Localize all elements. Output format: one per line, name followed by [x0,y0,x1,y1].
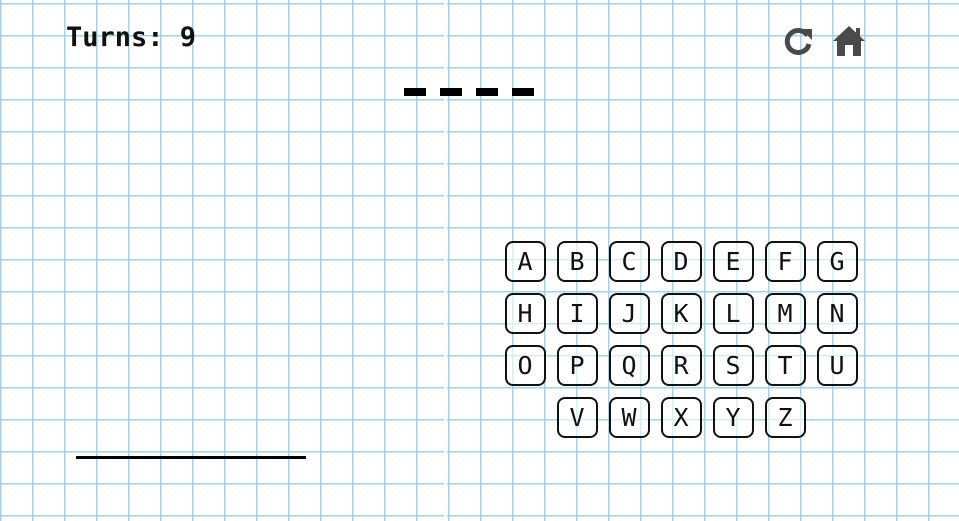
letter-key-j[interactable]: J [608,293,650,334]
letter-key-y[interactable]: Y [712,397,754,438]
letter-key-k[interactable]: K [660,293,702,334]
keyboard-row: VWXYZ [495,397,867,438]
letter-key-f[interactable]: F [764,241,806,282]
restart-icon [784,28,812,55]
home-icon [833,26,865,56]
letter-blank [440,88,462,96]
turns-counter: Turns: 9 [66,22,197,53]
letter-key-t[interactable]: T [764,345,806,386]
letter-key-n[interactable]: N [816,293,858,334]
keyboard-row: OPQRSTU [495,345,867,386]
letter-key-g[interactable]: G [816,241,858,282]
letter-key-q[interactable]: Q [608,345,650,386]
letter-key-d[interactable]: D [660,241,702,282]
keyboard-row: ABCDEFG [495,241,867,282]
letter-key-o[interactable]: O [504,345,546,386]
letter-key-w[interactable]: W [608,397,650,438]
letter-key-r[interactable]: R [660,345,702,386]
restart-button[interactable] [782,24,816,58]
word-blanks [404,88,534,96]
letter-key-p[interactable]: P [556,345,598,386]
letter-key-a[interactable]: A [504,241,546,282]
letter-key-b[interactable]: B [556,241,598,282]
letter-key-s[interactable]: S [712,345,754,386]
letter-key-h[interactable]: H [504,293,546,334]
letter-key-i[interactable]: I [556,293,598,334]
letter-key-u[interactable]: U [816,345,858,386]
letter-key-c[interactable]: C [608,241,650,282]
center-divider [444,0,447,521]
letter-blank [512,88,534,96]
letter-key-x[interactable]: X [660,397,702,438]
home-button[interactable] [832,24,866,58]
gallows-base [76,456,306,459]
letter-blank [476,88,498,96]
letter-keyboard: ABCDEFG HIJKLMN OPQRSTU VWXYZ [495,241,867,449]
letter-key-z[interactable]: Z [764,397,806,438]
letter-key-m[interactable]: M [764,293,806,334]
keyboard-row: HIJKLMN [495,293,867,334]
letter-key-v[interactable]: V [556,397,598,438]
letter-key-l[interactable]: L [712,293,754,334]
letter-key-e[interactable]: E [712,241,754,282]
letter-blank [404,88,426,96]
